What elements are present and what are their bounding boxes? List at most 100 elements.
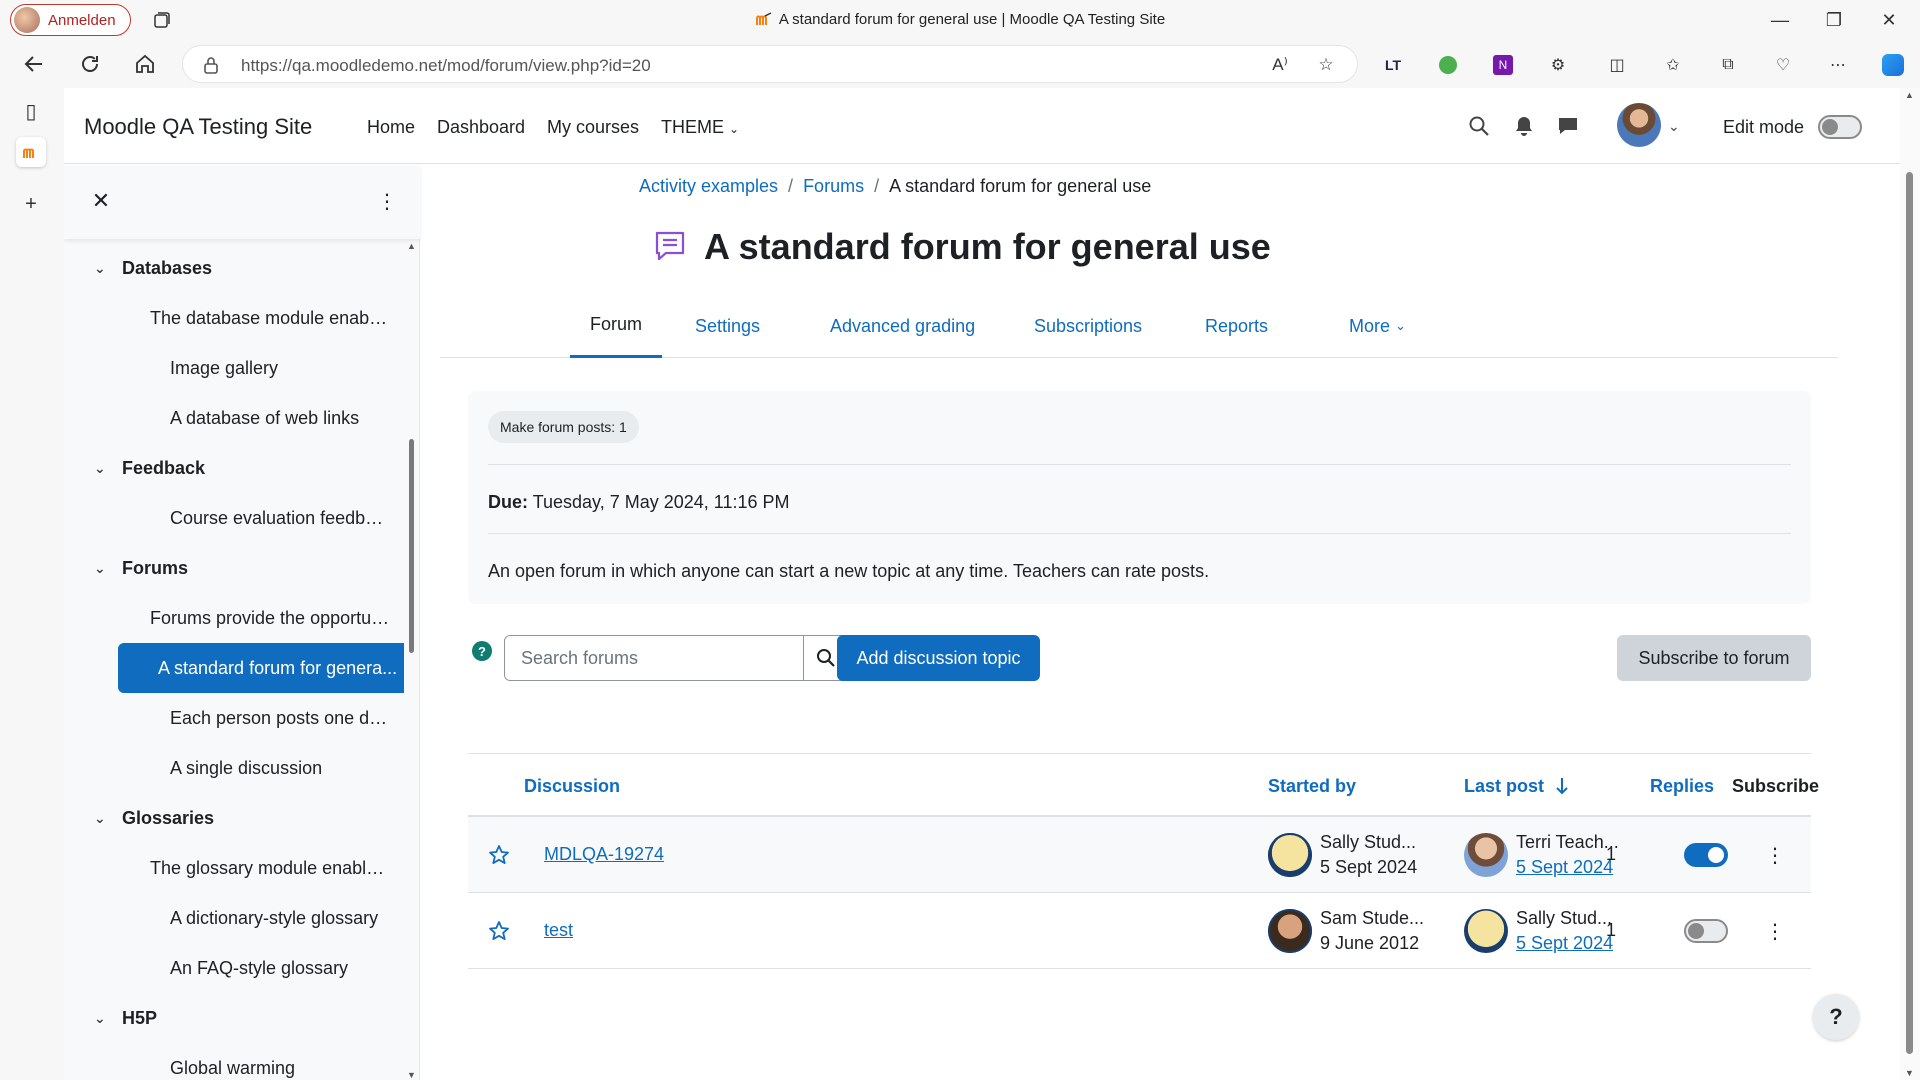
back-icon[interactable] <box>20 50 48 78</box>
add-discussion-topic-button[interactable]: Add discussion topic <box>837 635 1040 681</box>
last-post-date-link[interactable]: 5 Sept 2024 <box>1516 857 1613 878</box>
new-tab-icon[interactable]: + <box>16 189 46 219</box>
scroll-up-icon[interactable]: ▲ <box>1905 90 1914 100</box>
course-index-section[interactable]: ⌄ Forums <box>94 543 394 593</box>
subscribe-toggle[interactable] <box>1684 919 1728 943</box>
minimize-icon[interactable]: — <box>1768 8 1792 32</box>
discussion-title-link[interactable]: test <box>544 920 573 941</box>
course-index-item[interactable]: Course evaluation feedback <box>158 493 390 543</box>
column-started-by[interactable]: Started by <box>1268 776 1356 797</box>
more-icon[interactable]: ⋯ <box>1825 52 1851 78</box>
chevron-down-icon[interactable]: ⌄ <box>1668 118 1680 135</box>
course-index-item[interactable]: Forums provide the opportunit... <box>150 593 390 643</box>
url-text[interactable]: https://qa.moodledemo.net/mod/forum/view… <box>241 56 651 76</box>
page-scroll-thumb[interactable] <box>1906 172 1913 1054</box>
grammar-extension-icon[interactable] <box>1435 52 1461 78</box>
nav-home[interactable]: Home <box>367 117 415 138</box>
chevron-down-icon[interactable]: ⌄ <box>94 460 122 477</box>
course-index-section[interactable]: ⌄ Databases <box>94 243 394 293</box>
course-index-item[interactable]: Each person posts one discu... <box>158 693 390 743</box>
drawer-scroll-thumb[interactable] <box>409 439 414 653</box>
collections-icon[interactable]: ⧉ <box>1715 52 1741 78</box>
tab-settings[interactable]: Settings <box>695 294 760 358</box>
last-post-date-link[interactable]: 5 Sept 2024 <box>1516 933 1613 954</box>
tab-more[interactable]: More ⌄ <box>1349 294 1406 358</box>
column-discussion[interactable]: Discussion <box>524 776 620 797</box>
onenote-extension-icon[interactable]: N <box>1490 52 1516 78</box>
avatar[interactable] <box>1268 909 1312 953</box>
notifications-bell-icon[interactable] <box>1510 112 1538 140</box>
subscribe-toggle[interactable] <box>1684 843 1728 867</box>
close-window-icon[interactable]: ✕ <box>1877 8 1901 32</box>
scroll-down-icon[interactable]: ▼ <box>1905 1068 1914 1078</box>
tab-advanced-grading[interactable]: Advanced grading <box>830 294 975 358</box>
kebab-menu-icon[interactable]: ⋮ <box>1765 841 1785 869</box>
breadcrumb-activity-examples[interactable]: Activity examples <box>639 176 778 196</box>
column-last-post[interactable]: Last post <box>1464 776 1569 797</box>
favorite-icon[interactable]: ☆ <box>1315 55 1337 75</box>
course-index-section[interactable]: ⌄ Feedback <box>94 443 394 493</box>
user-avatar[interactable] <box>1617 103 1661 147</box>
search-icon[interactable] <box>1465 112 1493 140</box>
tab-list-icon[interactable]: ▯ <box>16 96 46 126</box>
avatar[interactable] <box>1464 909 1508 953</box>
course-index-item[interactable]: A single discussion <box>158 743 390 793</box>
discussion-title-link[interactable]: MDLQA-19274 <box>544 844 664 865</box>
course-index-section[interactable]: ⌄ Glossaries <box>94 793 394 843</box>
course-index-item[interactable]: The glossary module enables p... <box>150 843 390 893</box>
address-bar[interactable]: https://qa.moodledemo.net/mod/forum/view… <box>182 45 1358 83</box>
tab-forum[interactable]: Forum <box>570 294 663 358</box>
read-aloud-icon[interactable]: A⁾ <box>1269 55 1291 75</box>
avatar[interactable] <box>1268 833 1312 877</box>
lock-icon[interactable] <box>203 56 219 74</box>
site-name[interactable]: Moodle QA Testing Site <box>84 114 312 140</box>
kebab-menu-icon[interactable]: ⋮ <box>1765 917 1785 945</box>
copilot-icon[interactable] <box>1880 52 1906 78</box>
messages-icon[interactable] <box>1554 112 1582 140</box>
help-icon[interactable]: ? <box>472 641 492 661</box>
page-scrollbar[interactable]: ▲ ▼ <box>1900 88 1920 1080</box>
chevron-down-icon[interactable]: ⌄ <box>94 810 122 827</box>
refresh-icon[interactable] <box>76 50 104 78</box>
course-index-item[interactable]: A dictionary-style glossary <box>158 893 390 943</box>
breadcrumb-forums[interactable]: Forums <box>803 176 864 196</box>
nav-my-courses[interactable]: My courses <box>547 117 639 138</box>
translate-extension-icon[interactable]: LT <box>1380 52 1406 78</box>
scroll-down-icon[interactable]: ▼ <box>407 1070 416 1080</box>
course-index-label: A single discussion <box>170 757 323 778</box>
split-screen-icon[interactable]: ◫ <box>1604 52 1630 78</box>
course-index-item[interactable]: Global warming <box>158 1043 390 1080</box>
star-icon[interactable] <box>488 920 510 942</box>
star-icon[interactable] <box>488 844 510 866</box>
avatar[interactable] <box>1464 833 1508 877</box>
home-icon[interactable] <box>131 50 159 78</box>
course-index-item[interactable]: The database module enables ... <box>150 293 390 343</box>
tab-subscriptions[interactable]: Subscriptions <box>1034 294 1142 358</box>
scroll-up-icon[interactable]: ▲ <box>407 241 416 251</box>
course-index-item[interactable]: An FAQ-style glossary <box>158 943 390 993</box>
close-icon[interactable]: ✕ <box>88 188 114 214</box>
tab-reports[interactable]: Reports <box>1205 294 1268 358</box>
course-index-item[interactable]: A database of web links <box>158 393 390 443</box>
window-title: A standard forum for general use | Moodl… <box>0 11 1920 28</box>
chevron-down-icon[interactable]: ⌄ <box>94 1010 122 1027</box>
nav-theme[interactable]: THEME ⌄ <box>661 117 739 138</box>
restore-icon[interactable]: ❐ <box>1822 8 1846 32</box>
help-fab-button[interactable]: ? <box>1813 994 1859 1040</box>
chevron-down-icon[interactable]: ⌄ <box>94 260 122 277</box>
performance-icon[interactable]: ♡ <box>1770 52 1796 78</box>
nav-dashboard[interactable]: Dashboard <box>437 117 525 138</box>
course-index-item[interactable]: A standard forum for genera... <box>118 643 404 693</box>
edit-mode-toggle[interactable] <box>1818 115 1862 139</box>
search-forums-input[interactable] <box>504 635 804 681</box>
kebab-menu-icon[interactable]: ⋮ <box>377 188 397 214</box>
course-index-section[interactable]: ⌄ H5P <box>94 993 394 1043</box>
drawer-scrollbar[interactable]: ▲ ▼ <box>406 239 418 1080</box>
moodle-tab-icon[interactable] <box>16 137 46 167</box>
extensions-icon[interactable]: ⚙ <box>1545 52 1571 78</box>
chevron-down-icon[interactable]: ⌄ <box>94 560 122 577</box>
favorites-icon[interactable]: ✩ <box>1660 52 1686 78</box>
course-index-item[interactable]: Image gallery <box>158 343 390 393</box>
column-replies[interactable]: Replies <box>1650 776 1714 797</box>
subscribe-to-forum-button[interactable]: Subscribe to forum <box>1617 635 1811 681</box>
